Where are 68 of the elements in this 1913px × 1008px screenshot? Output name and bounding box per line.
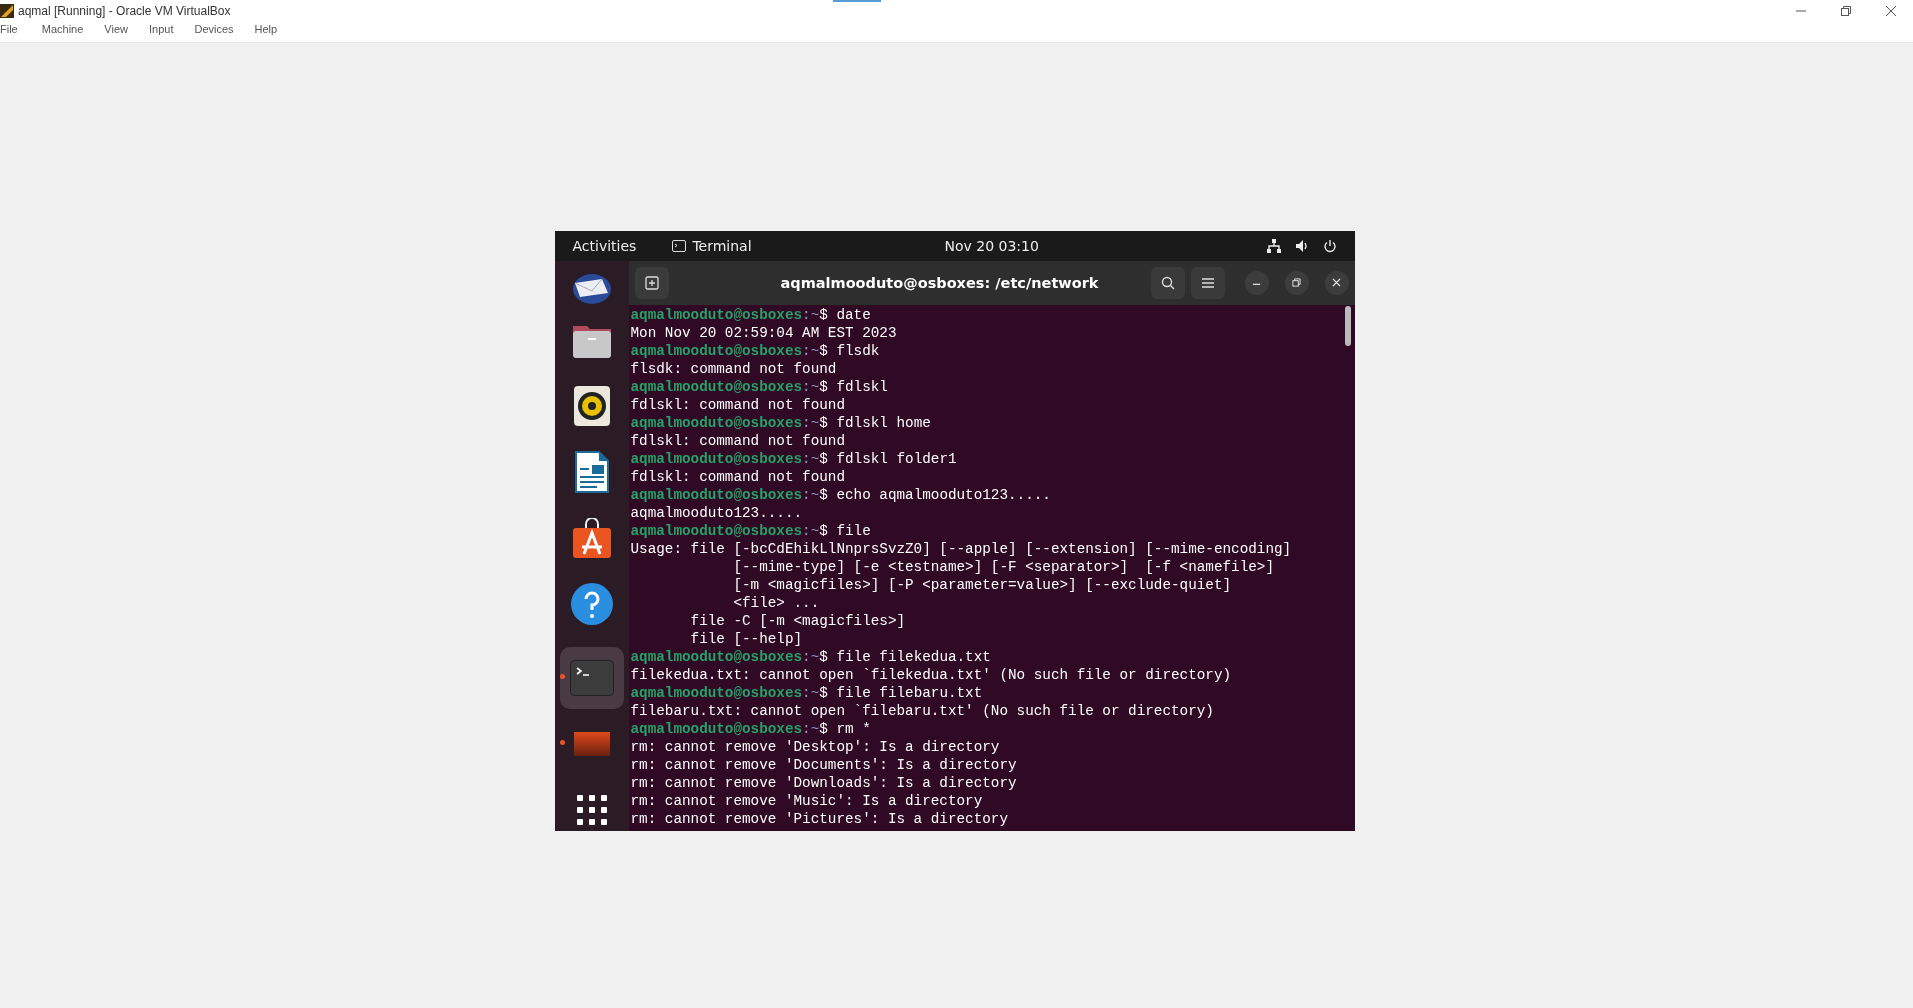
output-line: filekedua.txt: cannot open `filekedua.txt' (No such file or directory) bbox=[630, 665, 1233, 684]
output-line: aqmalmooduto123..... bbox=[630, 503, 804, 522]
shopping-bag-icon bbox=[571, 517, 612, 558]
app-logo-icon bbox=[0, 4, 14, 18]
close-icon bbox=[1332, 278, 1341, 287]
output-line: <file> ... bbox=[732, 593, 821, 612]
power-icon[interactable] bbox=[1322, 238, 1337, 253]
menu-item[interactable]: Devices bbox=[194, 22, 238, 35]
network-icon[interactable] bbox=[1266, 238, 1281, 253]
prompt-line: aqmalmooduto@osboxes:~$ flsdk bbox=[630, 341, 881, 360]
output-line: fdlskl: command not found bbox=[630, 431, 846, 450]
image-thumbnail-icon bbox=[573, 731, 610, 756]
prompt-line: aqmalmooduto@osboxes:~$ rm * bbox=[630, 719, 872, 738]
prompt-line: aqmalmooduto@osboxes:~$ file filekedua.txt bbox=[630, 647, 992, 666]
output-line: rm: cannot remove 'Pictures': Is a directory bbox=[630, 809, 1009, 828]
menu-item[interactable]: Help bbox=[254, 22, 282, 35]
clock[interactable]: Nov 20 03:10 bbox=[944, 237, 1039, 254]
output-line: Usage: file [-bcCdEhikLlNnprsSvzZ0] [--apple] [--extension] [--mime-encoding] bbox=[630, 539, 1293, 558]
terminal-title: aqmalmooduto@osboxes: /etc/network bbox=[779, 274, 1100, 291]
prompt-line: aqmalmooduto@osboxes:~$ file bbox=[630, 521, 872, 540]
output-line: rm: cannot remove 'Music': Is a directory bbox=[630, 791, 984, 810]
maximize-button[interactable] bbox=[1284, 270, 1309, 295]
mail-bird-icon bbox=[571, 272, 612, 305]
output-line: rm: cannot remove 'Desktop': Is a directory bbox=[630, 737, 1001, 756]
prompt-line: aqmalmooduto@osboxes:~$ fdlskl home bbox=[630, 413, 932, 432]
new-tab-button[interactable] bbox=[634, 266, 669, 299]
menu-item[interactable]: Machine bbox=[41, 22, 88, 35]
volume-icon[interactable] bbox=[1294, 238, 1309, 253]
scrollbar-thumb[interactable] bbox=[1344, 305, 1351, 346]
minimize-button[interactable] bbox=[1244, 270, 1269, 295]
prompt-line: aqmalmooduto@osboxes:~$ fdlskl bbox=[630, 377, 889, 396]
prompt-line: aqmalmooduto@osboxes:~$ fdlskl folder1 bbox=[630, 449, 958, 468]
output-line: rm: cannot remove 'Downloads': Is a directory bbox=[630, 773, 1018, 792]
restore-icon bbox=[1840, 6, 1851, 16]
output-line: file -C [-m <magicfiles>] bbox=[689, 611, 907, 630]
output-line: fdlskl: command not found bbox=[630, 395, 846, 414]
speaker-icon bbox=[573, 385, 610, 426]
document-icon bbox=[574, 450, 609, 493]
output-line: flsdk: command not found bbox=[630, 359, 838, 378]
app-grid-icon bbox=[576, 794, 607, 825]
close-button[interactable] bbox=[1324, 270, 1349, 295]
output-line: file [--help] bbox=[689, 629, 804, 648]
menu-icon bbox=[1200, 276, 1215, 289]
search-button[interactable] bbox=[1150, 266, 1185, 299]
new-tab-icon bbox=[644, 275, 659, 290]
terminal-icon bbox=[569, 659, 614, 696]
output-line: fdlskl: command not found bbox=[630, 467, 846, 486]
menu-item[interactable]: File bbox=[0, 22, 22, 35]
output-line: [-m <magicfiles>] [-P <parameter=value>] [--exclude-quiet] bbox=[732, 575, 1233, 594]
menu-item[interactable]: Input bbox=[148, 22, 178, 35]
activities-button[interactable]: Activities bbox=[572, 237, 637, 254]
terminal-icon bbox=[672, 239, 687, 252]
prompt-line: aqmalmooduto@osboxes:~$ echo aqmalmooduto123..... bbox=[630, 485, 1052, 504]
menu-item[interactable]: View bbox=[104, 22, 132, 35]
app-menu-button[interactable]: Terminal bbox=[692, 237, 752, 254]
restore-icon bbox=[1292, 278, 1301, 287]
close-icon bbox=[1885, 6, 1896, 16]
output-line: [--mime-type] [-e <testname>] [-F <separator>] [-f <namefile>] bbox=[732, 557, 1275, 576]
output-line: Mon Nov 20 02:59:04 AM EST 2023 bbox=[630, 323, 898, 342]
output-line: rm: cannot remove 'Documents': Is a directory bbox=[630, 755, 1018, 774]
mini-toolbar-strip bbox=[833, 0, 881, 2]
prompt-line: aqmalmooduto@osboxes:~$ date bbox=[630, 305, 872, 324]
help-icon bbox=[569, 581, 614, 626]
prompt-line: aqmalmooduto@osboxes:~$ file filebaru.txt bbox=[630, 683, 984, 702]
search-icon bbox=[1160, 275, 1175, 290]
output-line: filebaru.txt: cannot open `filebaru.txt' (No such file or directory) bbox=[630, 701, 1215, 720]
menu-button[interactable] bbox=[1190, 266, 1225, 299]
window-title: aqmal [Running] - Oracle VM VirtualBox bbox=[18, 4, 231, 18]
